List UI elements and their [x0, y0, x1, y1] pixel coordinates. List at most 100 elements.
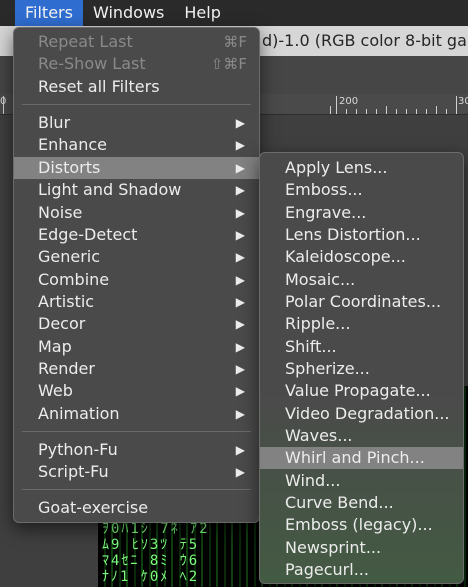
submenu-arrow-icon: ▶: [235, 116, 245, 130]
menu-item-label: Goat-exercise: [38, 498, 149, 517]
menu-item-label: Curve Bend...: [285, 493, 394, 512]
ruler-tick: [426, 109, 427, 114]
menu-item-script-fu[interactable]: Script-Fu ▶: [14, 461, 259, 483]
menu-item-label: Pagecurl...: [285, 560, 369, 579]
menu-item-label: Ripple...: [285, 314, 351, 333]
menu-item-light-and-shadow[interactable]: Light and Shadow ▶: [14, 179, 259, 201]
submenu-arrow-icon: ▶: [235, 138, 245, 152]
menu-item-label: Blur: [38, 113, 71, 132]
menu-item-render[interactable]: Render ▶: [14, 358, 259, 380]
ruler-label-300: 300: [458, 96, 468, 107]
ruler-tick: [376, 109, 377, 114]
menubar-item-clipped[interactable]: [0, 0, 15, 26]
menu-item-reshow-last[interactable]: Re-Show Last ⇧⌘F: [14, 53, 259, 75]
ruler-tick: [446, 109, 447, 114]
menu-item-label: Python-Fu: [38, 440, 118, 459]
submenu-item-whirl-and-pinch[interactable]: Whirl and Pinch...: [260, 447, 463, 469]
menu-item-label: Script-Fu: [38, 462, 109, 481]
submenu-item-kaleidoscope[interactable]: Kaleidoscope...: [260, 246, 463, 268]
submenu-arrow-icon: ▶: [235, 273, 245, 287]
menubar-item-windows[interactable]: Windows: [83, 0, 174, 26]
submenu-item-curve-bend[interactable]: Curve Bend...: [260, 492, 463, 514]
submenu-item-lens-distortion[interactable]: Lens Distortion...: [260, 224, 463, 246]
distorts-submenu: Apply Lens... Emboss... Engrave... Lens …: [259, 152, 464, 584]
ruler-tick: [336, 96, 337, 114]
menu-item-edge-detect[interactable]: Edge-Detect ▶: [14, 224, 259, 246]
menu-separator: [22, 104, 251, 105]
menu-item-blur[interactable]: Blur ▶: [14, 112, 259, 134]
menu-item-noise[interactable]: Noise ▶: [14, 202, 259, 224]
menu-item-label: Value Propagate...: [285, 381, 431, 400]
menu-item-generic[interactable]: Generic ▶: [14, 246, 259, 268]
menu-item-goat-exercise[interactable]: Goat-exercise: [14, 497, 259, 519]
menu-item-artistic[interactable]: Artistic ▶: [14, 291, 259, 313]
ruler-tick: [330, 106, 331, 114]
submenu-item-emboss-legacy[interactable]: Emboss (legacy)...: [260, 514, 463, 536]
menu-item-reset-all-filters[interactable]: Reset all Filters: [14, 76, 259, 98]
submenu-item-video-degradation[interactable]: Video Degradation...: [260, 403, 463, 425]
submenu-item-polar-coordinates[interactable]: Polar Coordinates...: [260, 291, 463, 313]
menu-item-label: Whirl and Pinch...: [285, 448, 425, 467]
menu-separator: [22, 489, 251, 490]
submenu-item-shift[interactable]: Shift...: [260, 336, 463, 358]
menu-item-label: Mosaic...: [285, 270, 356, 289]
submenu-item-value-propagate[interactable]: Value Propagate...: [260, 380, 463, 402]
menu-item-label: Distorts: [38, 158, 101, 177]
submenu-arrow-icon: ▶: [235, 206, 245, 220]
menu-item-distorts[interactable]: Distorts ▶: [14, 157, 259, 179]
menu-item-enhance[interactable]: Enhance ▶: [14, 134, 259, 156]
submenu-item-waves[interactable]: Waves...: [260, 425, 463, 447]
ruler-tick: [356, 109, 357, 114]
menu-item-label: Emboss (legacy)...: [285, 515, 433, 534]
menu-item-web[interactable]: Web ▶: [14, 380, 259, 402]
ruler-label-0: 0: [0, 96, 7, 107]
menu-item-animation[interactable]: Animation ▶: [14, 403, 259, 425]
submenu-arrow-icon: ▶: [235, 250, 245, 264]
submenu-arrow-icon: ▶: [235, 161, 245, 175]
ruler-tick: [386, 106, 387, 114]
submenu-item-emboss[interactable]: Emboss...: [260, 179, 463, 201]
menu-item-label: Artistic: [38, 292, 95, 311]
menu-item-label: Edge-Detect: [38, 225, 138, 244]
menu-item-python-fu[interactable]: Python-Fu ▶: [14, 439, 259, 461]
submenu-arrow-icon: ▶: [235, 228, 245, 242]
menubar-item-filters[interactable]: Filters: [15, 0, 83, 26]
menu-item-label: Video Degradation...: [285, 404, 450, 423]
menu-item-label: Re-Show Last: [38, 54, 146, 73]
menu-item-label: Map: [38, 337, 72, 356]
submenu-item-ripple[interactable]: Ripple...: [260, 313, 463, 335]
submenu-item-engrave[interactable]: Engrave...: [260, 202, 463, 224]
menu-separator: [22, 431, 251, 432]
ruler-tick: [416, 109, 417, 114]
submenu-arrow-icon: ▶: [235, 443, 245, 457]
menubar-item-help[interactable]: Help: [174, 0, 230, 26]
window-title: d)-1.0 (RGB color 8-bit gamm: [262, 31, 468, 50]
submenu-item-spherize[interactable]: Spherize...: [260, 358, 463, 380]
matrix-rain-image: ｦ0ﾊ1ｼ 7ﾈ ｱ2 ﾑ9 ﾋｿ3ﾂ ﾃ5 ﾏ4ｾﾆ 8ﾐ ｳ6 ﾅﾉ1 ｹ0…: [102, 521, 210, 585]
ruler-tick: [436, 106, 437, 114]
menu-item-label: Combine: [38, 270, 110, 289]
submenu-item-apply-lens[interactable]: Apply Lens...: [260, 157, 463, 179]
menu-item-label: Animation: [38, 404, 120, 423]
submenu-arrow-icon: ▶: [235, 407, 245, 421]
ruler-tick: [406, 109, 407, 114]
ruler-tick: [396, 109, 397, 114]
shortcut-text: ⌘F: [223, 33, 247, 51]
submenu-arrow-icon: ▶: [235, 317, 245, 331]
menu-item-map[interactable]: Map ▶: [14, 336, 259, 358]
submenu-item-mosaic[interactable]: Mosaic...: [260, 269, 463, 291]
submenu-item-pagecurl[interactable]: Pagecurl...: [260, 559, 463, 581]
menu-item-decor[interactable]: Decor ▶: [14, 313, 259, 335]
submenu-item-newsprint[interactable]: Newsprint...: [260, 537, 463, 559]
menu-item-label: Lens Distortion...: [285, 225, 421, 244]
menu-item-label: Render: [38, 359, 95, 378]
menu-item-repeat-last[interactable]: Repeat Last ⌘F: [14, 31, 259, 53]
menu-item-label: Spherize...: [285, 359, 370, 378]
submenu-item-wind[interactable]: Wind...: [260, 470, 463, 492]
menu-item-label: Engrave...: [285, 203, 367, 222]
menu-item-combine[interactable]: Combine ▶: [14, 269, 259, 291]
menu-item-label: Enhance: [38, 135, 107, 154]
menu-item-label: Noise: [38, 203, 83, 222]
submenu-arrow-icon: ▶: [235, 384, 245, 398]
menu-item-label: Light and Shadow: [38, 180, 182, 199]
